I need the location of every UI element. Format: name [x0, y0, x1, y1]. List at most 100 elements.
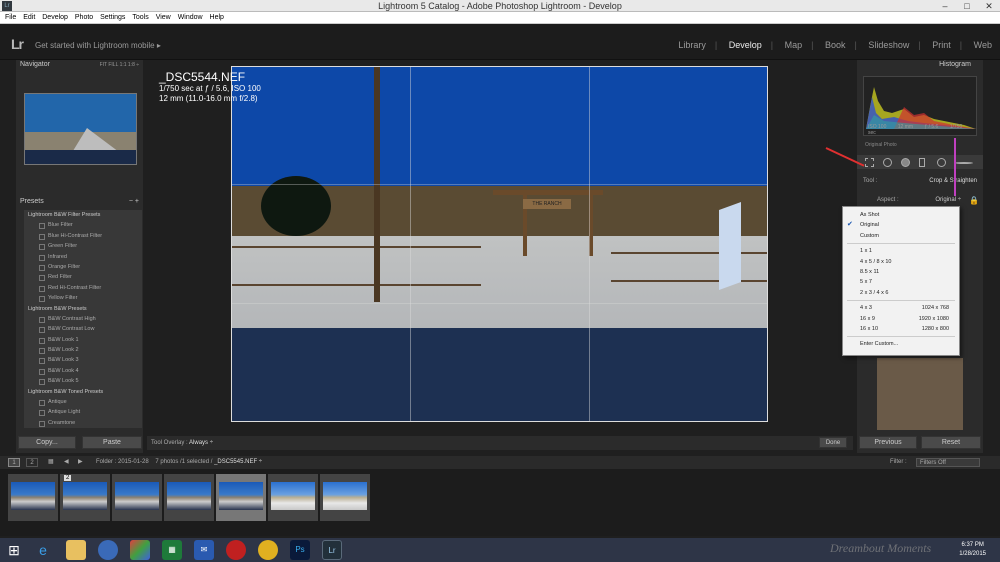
start-icon[interactable]: ⊞ — [4, 540, 24, 560]
preset-item[interactable]: Red Hi-Contrast Filter — [24, 283, 142, 293]
aspect-option-4x3[interactable]: 4 x 3 1024 x 768 — [843, 303, 959, 313]
maximize-icon[interactable]: □ — [956, 0, 978, 12]
aspect-option-8-5x11[interactable]: 8.5 x 11 — [843, 267, 959, 277]
spot-removal-icon[interactable] — [883, 158, 892, 167]
aspect-option-4x5[interactable]: 4 x 5 / 8 x 10 — [843, 257, 959, 267]
preset-item[interactable]: Orange Filter — [24, 262, 142, 272]
preset-item[interactable]: Antique — [24, 397, 142, 407]
grid-view-icon[interactable]: ▦ — [48, 456, 54, 469]
done-button[interactable]: Done — [819, 437, 847, 448]
preset-item[interactable]: B&W Look 1 — [24, 335, 142, 345]
explorer-icon[interactable] — [66, 540, 86, 560]
preset-item[interactable]: B&W Contrast High — [24, 314, 142, 324]
view-primary[interactable]: 1 — [8, 458, 20, 467]
preset-item[interactable]: Blue Filter — [24, 220, 142, 230]
preset-folder[interactable]: Lightroom B&W Toned Presets — [24, 387, 142, 397]
film-thumb-2[interactable]: 2 — [60, 474, 110, 521]
aspect-option-original[interactable]: ✔ Original — [843, 220, 959, 230]
aspect-option-16x9[interactable]: 16 x 9 1920 x 1080 — [843, 314, 959, 324]
menu-help[interactable]: Help — [210, 12, 224, 24]
back-arrow-icon[interactable]: ◀ — [64, 456, 69, 469]
preset-item[interactable]: Blue Hi-Contrast Filter — [24, 231, 142, 241]
module-develop[interactable]: Develop — [729, 40, 762, 50]
preset-item[interactable]: Red Filter — [24, 272, 142, 282]
adjustment-brush-icon[interactable] — [955, 162, 973, 164]
menu-develop[interactable]: Develop — [42, 12, 68, 24]
lightroom-taskbar-icon[interactable]: Lr — [322, 540, 342, 560]
preset-item[interactable]: Creamtone — [24, 418, 142, 428]
preset-item[interactable]: Green Filter — [24, 241, 142, 251]
module-library[interactable]: Library — [678, 40, 706, 50]
system-clock[interactable]: 6:37 PM 1/28/2015 — [959, 541, 986, 559]
forward-arrow-icon[interactable]: ▶ — [78, 456, 83, 469]
preset-folder[interactable]: Lightroom B&W Presets — [24, 304, 142, 314]
creative-cloud-icon[interactable] — [226, 540, 246, 560]
menu-settings[interactable]: Settings — [100, 12, 125, 24]
red-eye-icon[interactable] — [901, 158, 910, 167]
lock-icon[interactable]: 🔒 — [969, 196, 979, 205]
chrome-icon[interactable] — [258, 540, 278, 560]
preset-item[interactable]: B&W Look 5 — [24, 376, 142, 386]
histogram-header[interactable]: Histogram — [857, 60, 983, 70]
menu-view[interactable]: View — [156, 12, 171, 24]
minimize-icon[interactable]: – — [934, 0, 956, 12]
module-book[interactable]: Book — [825, 40, 846, 50]
aspect-option-custom[interactable]: Custom — [843, 231, 959, 241]
filter-select[interactable]: Filters Off — [916, 458, 980, 467]
ie-icon[interactable]: e — [33, 540, 53, 560]
navigator-zoom-options[interactable]: FIT FILL 1:1 1:8 ÷ — [100, 60, 139, 70]
mail-icon[interactable]: ✉ — [194, 540, 214, 560]
preset-item[interactable]: Antique Light — [24, 407, 142, 417]
crop-photo[interactable]: THE RANCH — [231, 66, 768, 422]
aspect-option-enter-custom[interactable]: Enter Custom... — [843, 339, 959, 349]
close-icon[interactable]: ✕ — [978, 0, 1000, 12]
preset-item[interactable]: B&W Look 3 — [24, 355, 142, 365]
navigator-header[interactable]: Navigator FIT FILL 1:1 1:8 ÷ — [16, 60, 143, 70]
menu-tools[interactable]: Tools — [132, 12, 148, 24]
aspect-option-16x10[interactable]: 16 x 10 1280 x 800 — [843, 324, 959, 334]
current-file-select[interactable]: _DSC5545.NEF ÷ — [214, 459, 262, 465]
film-thumb-6[interactable] — [268, 474, 318, 521]
presets-add-remove[interactable]: − + — [129, 197, 139, 207]
aspect-option-5x7[interactable]: 5 x 7 — [843, 277, 959, 287]
photoshop-icon[interactable]: Ps — [290, 540, 310, 560]
paste-button[interactable]: Paste — [82, 436, 142, 449]
menu-photo[interactable]: Photo — [75, 12, 93, 24]
crop-tool-icon[interactable] — [865, 158, 874, 167]
paint-icon[interactable] — [130, 540, 150, 560]
module-print[interactable]: Print — [932, 40, 951, 50]
navigator-preview[interactable] — [24, 93, 137, 165]
previous-button[interactable]: Previous — [859, 436, 917, 449]
radial-filter-icon[interactable] — [937, 158, 946, 167]
aspect-option-2x3[interactable]: 2 x 3 / 4 x 6 — [843, 288, 959, 298]
preset-folder[interactable]: Lightroom B&W Filter Presets — [24, 210, 142, 220]
module-slideshow[interactable]: Slideshow — [868, 40, 909, 50]
menu-file[interactable]: File — [5, 12, 16, 24]
media-icon[interactable] — [98, 540, 118, 560]
module-web[interactable]: Web — [974, 40, 992, 50]
presets-header[interactable]: Presets − + — [16, 197, 143, 207]
film-thumb-3[interactable] — [112, 474, 162, 521]
preset-item[interactable]: B&W Look 4 — [24, 366, 142, 376]
graduated-filter-icon[interactable] — [919, 158, 925, 167]
crop-frame[interactable] — [231, 66, 768, 422]
menu-window[interactable]: Window — [178, 12, 203, 24]
aspect-option-as-shot[interactable]: As Shot — [843, 210, 959, 220]
reset-button[interactable]: Reset — [921, 436, 981, 449]
mobile-link[interactable]: Get started with Lightroom mobile ▸ — [35, 41, 161, 50]
preset-item[interactable]: B&W Contrast Low — [24, 324, 142, 334]
preset-item[interactable]: Infrared — [24, 252, 142, 262]
preset-item[interactable]: Yellow Filter — [24, 293, 142, 303]
aspect-option-1x1[interactable]: 1 x 1 — [843, 246, 959, 256]
preset-item[interactable]: B&W Look 2 — [24, 345, 142, 355]
view-secondary[interactable]: 2 — [26, 458, 38, 467]
copy-button[interactable]: Copy... — [18, 436, 76, 449]
film-thumb-7[interactable] — [320, 474, 370, 521]
film-thumb-1[interactable] — [8, 474, 58, 521]
film-thumb-4[interactable] — [164, 474, 214, 521]
module-map[interactable]: Map — [785, 40, 803, 50]
tool-overlay-select[interactable]: Always ÷ — [189, 440, 213, 446]
menu-edit[interactable]: Edit — [23, 12, 35, 24]
excel-icon[interactable]: ▦ — [162, 540, 182, 560]
aspect-select[interactable]: Original ÷ — [935, 197, 961, 203]
